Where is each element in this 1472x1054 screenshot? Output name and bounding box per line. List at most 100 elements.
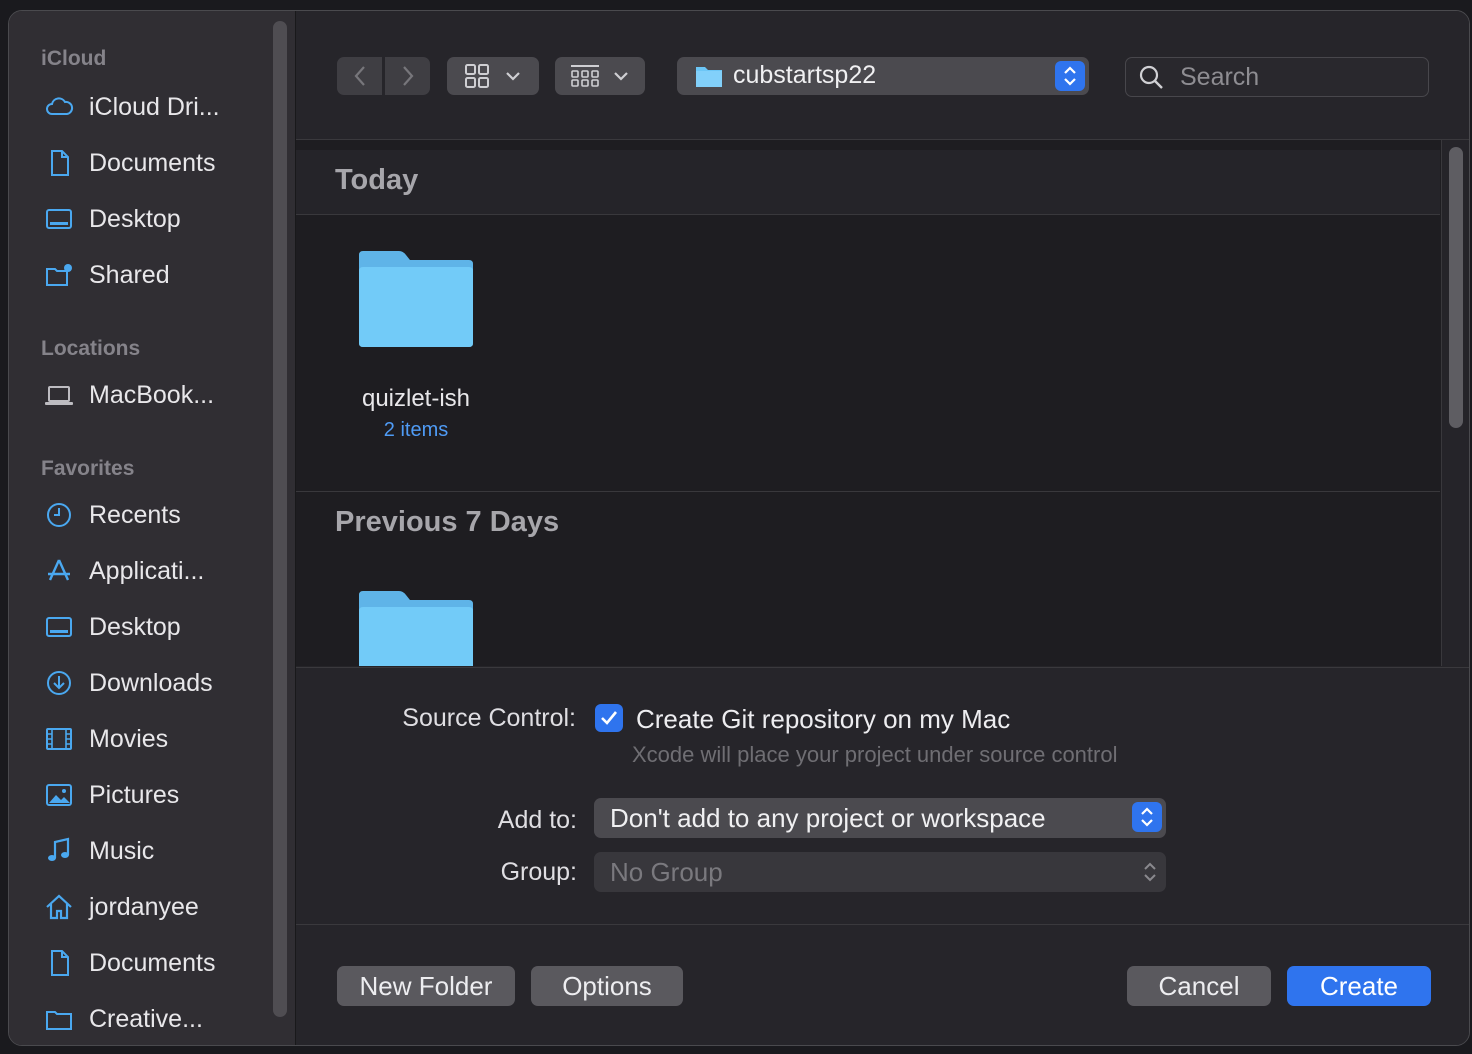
- sidebar-scrollbar[interactable]: [273, 21, 287, 1017]
- options-panel: Source Control: Create Git repository on…: [296, 667, 1469, 1045]
- file-name: quizlet-ish: [361, 385, 471, 412]
- music-note-icon: [43, 835, 75, 867]
- search-field[interactable]: [1125, 57, 1429, 97]
- chevron-right-icon: [402, 66, 413, 86]
- chevron-down-icon: [506, 72, 520, 81]
- sidebar: iCloud iCloud Dri... Documents Desktop S…: [9, 11, 296, 1045]
- sidebar-item-applications[interactable]: Applicati...: [43, 551, 204, 591]
- sidebar-item-label: iCloud Dri...: [89, 92, 220, 121]
- desktop-icon: [43, 611, 75, 643]
- location-popup[interactable]: cubstartsp22: [677, 57, 1089, 95]
- sidebar-item-label: Recents: [89, 500, 181, 529]
- group-popup[interactable]: No Group: [594, 852, 1166, 892]
- checkmark-icon: [601, 711, 618, 725]
- git-hint-text: Xcode will place your project under sour…: [632, 742, 1118, 767]
- sidebar-item-label: Documents: [89, 948, 216, 977]
- chevron-down-icon: [614, 72, 628, 81]
- add-to-value: Don't add to any project or workspace: [610, 803, 1046, 833]
- sidebar-item-label: jordanyee: [89, 892, 199, 921]
- add-to-label: Add to:: [497, 806, 577, 834]
- sidebar-item-label: Desktop: [89, 204, 181, 233]
- sidebar-item-icloud-documents[interactable]: Documents: [43, 143, 215, 183]
- forward-button[interactable]: [385, 57, 430, 95]
- back-button[interactable]: [337, 57, 382, 95]
- download-icon: [43, 667, 75, 699]
- new-folder-button[interactable]: New Folder: [337, 966, 515, 1006]
- section-header-today: Today: [296, 150, 1440, 215]
- create-button[interactable]: Create: [1287, 966, 1431, 1006]
- search-input[interactable]: [1178, 60, 1422, 94]
- sidebar-item-label: Documents: [89, 148, 216, 177]
- location-label: cubstartsp22: [733, 61, 877, 89]
- git-checkbox-label[interactable]: Create Git repository on my Mac: [636, 704, 1010, 735]
- sidebar-item-label: Creative...: [89, 1004, 203, 1033]
- source-control-label: Source Control:: [402, 704, 576, 732]
- popup-stepper-icon: [1132, 802, 1162, 832]
- photo-icon: [43, 779, 75, 811]
- group-icon: [571, 65, 599, 87]
- folder-icon: [359, 251, 473, 347]
- cloud-icon: [43, 91, 75, 123]
- sidebar-item-icloud-drive[interactable]: iCloud Dri...: [43, 87, 220, 127]
- sidebar-item-label: Applicati...: [89, 556, 205, 585]
- shared-folder-icon: [43, 259, 75, 291]
- popup-stepper-icon: [1055, 61, 1085, 91]
- sidebar-item-downloads[interactable]: Downloads: [43, 663, 213, 703]
- toolbar: cubstartsp22: [296, 11, 1469, 140]
- sidebar-item-desktop[interactable]: Desktop: [43, 607, 181, 647]
- cancel-button[interactable]: Cancel: [1127, 966, 1271, 1006]
- sidebar-item-label: MacBook...: [89, 380, 215, 409]
- sidebar-item-label: Desktop: [89, 612, 181, 641]
- sidebar-item-label: Music: [89, 836, 155, 865]
- sidebar-item-label: Shared: [89, 260, 170, 289]
- folder-icon: [43, 1003, 75, 1035]
- popup-stepper-icon: [1142, 860, 1158, 889]
- sidebar-item-label: Downloads: [89, 668, 213, 697]
- file-browser: Today quizlet-ish 2 items Previous 7 Day…: [296, 140, 1469, 666]
- sidebar-item-icloud-desktop[interactable]: Desktop: [43, 199, 181, 239]
- sidebar-item-recents[interactable]: Recents: [43, 495, 181, 535]
- section-header-previous-7-days: Previous 7 Days: [296, 492, 1440, 556]
- sidebar-item-creative[interactable]: Creative...: [43, 999, 203, 1039]
- file-item-count: 2 items: [383, 419, 449, 441]
- grid-view-icon: [465, 64, 489, 88]
- chevron-left-icon: [354, 66, 365, 86]
- save-dialog: iCloud iCloud Dri... Documents Desktop S…: [8, 10, 1470, 1046]
- sidebar-item-label: Pictures: [89, 780, 180, 809]
- sidebar-item-label: Movies: [89, 724, 169, 753]
- sidebar-header-locations: Locations: [41, 337, 141, 360]
- sidebar-header-icloud: iCloud: [41, 47, 107, 70]
- section-title: Today: [335, 164, 419, 196]
- document-icon: [43, 147, 75, 179]
- section-title: Previous 7 Days: [335, 506, 560, 538]
- film-icon: [43, 723, 75, 755]
- sidebar-item-macbook[interactable]: MacBook...: [43, 375, 214, 415]
- home-icon: [43, 891, 75, 923]
- sidebar-item-movies[interactable]: Movies: [43, 719, 168, 759]
- sidebar-item-pictures[interactable]: Pictures: [43, 775, 179, 815]
- group-by-button[interactable]: [555, 57, 645, 95]
- main-pane: cubstartsp22 Today quizlet-ish 2 it: [296, 11, 1469, 1045]
- sidebar-header-favorites: Favorites: [41, 457, 135, 480]
- sidebar-item-music[interactable]: Music: [43, 831, 154, 871]
- view-mode-button[interactable]: [447, 57, 539, 95]
- add-to-popup[interactable]: Don't add to any project or workspace: [594, 798, 1166, 838]
- sidebar-item-shared[interactable]: Shared: [43, 255, 170, 295]
- clock-icon: [43, 499, 75, 531]
- git-checkbox[interactable]: [595, 704, 623, 732]
- laptop-icon: [43, 379, 75, 411]
- folder-icon: [696, 67, 722, 87]
- applications-icon: [43, 555, 75, 587]
- search-icon: [1139, 65, 1163, 89]
- sidebar-item-documents[interactable]: Documents: [43, 943, 215, 983]
- divider: [296, 924, 1469, 925]
- group-value: No Group: [610, 857, 723, 887]
- sidebar-item-home[interactable]: jordanyee: [43, 887, 199, 927]
- desktop-icon: [43, 203, 75, 235]
- folder-icon: [359, 591, 473, 666]
- scrollbar-thumb[interactable]: [1449, 147, 1463, 428]
- file-list-scrollbar[interactable]: [1441, 140, 1469, 666]
- group-label: Group:: [500, 858, 577, 886]
- document-icon: [43, 947, 75, 979]
- options-button[interactable]: Options: [531, 966, 683, 1006]
